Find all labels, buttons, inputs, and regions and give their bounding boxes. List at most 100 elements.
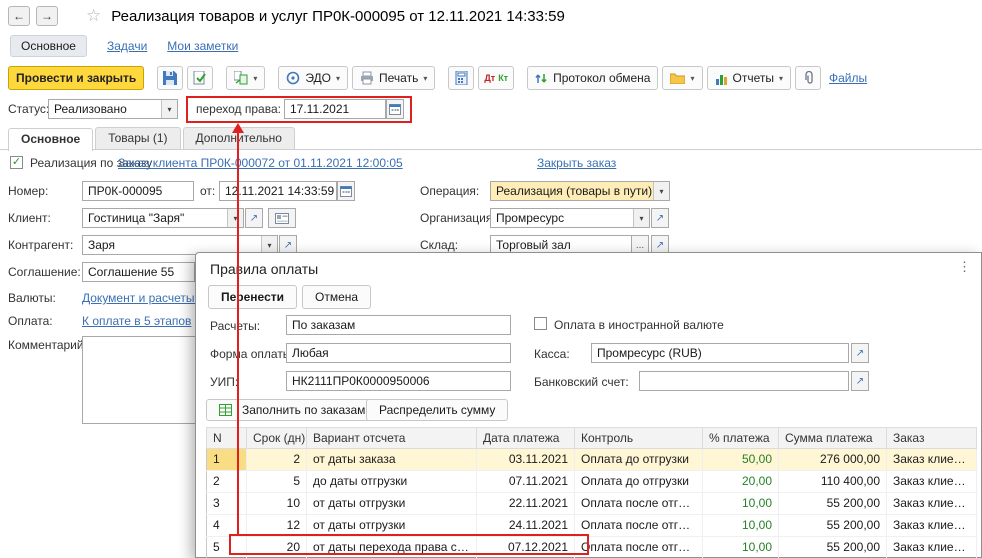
open-client-button[interactable]: ↗ <box>245 208 263 228</box>
cell-date[interactable]: 22.11.2021 <box>477 493 575 515</box>
cell-days[interactable]: 12 <box>247 515 307 537</box>
col-header-date[interactable]: Дата платежа <box>477 428 575 449</box>
cell-percent[interactable]: 10,00 <box>703 493 779 515</box>
close-order-link[interactable]: Закрыть заказ <box>537 156 616 170</box>
cell-n[interactable]: 1 <box>207 449 247 471</box>
cell-date[interactable]: 24.11.2021 <box>477 515 575 537</box>
cell-order[interactable]: Заказ клиен... <box>887 537 977 558</box>
table-row[interactable]: 5 20 от даты перехода права соб... 07.12… <box>207 537 977 558</box>
cell-variant[interactable]: от даты заказа <box>307 449 477 471</box>
fill-by-orders-button[interactable]: Заполнить по заказам <box>206 399 378 421</box>
col-header-percent[interactable]: % платежа <box>703 428 779 449</box>
cell-date[interactable]: 07.12.2021 <box>477 537 575 558</box>
tab-my-notes[interactable]: Мои заметки <box>167 39 238 53</box>
cell-order[interactable]: Заказ клиен... <box>887 493 977 515</box>
exchange-protocol-button[interactable]: Протокол обмена <box>527 66 658 90</box>
cell-days[interactable]: 20 <box>247 537 307 558</box>
calendar-button[interactable] <box>386 99 404 119</box>
debit-credit-button[interactable]: Дт Кт <box>478 66 514 90</box>
payment-stages-link[interactable]: К оплате в 5 этапов <box>82 314 191 328</box>
organization-select[interactable]: Промресурс ▾ <box>490 208 650 228</box>
edo-button[interactable]: ЭДО ▾ <box>278 66 348 90</box>
doc-tab-additional[interactable]: Дополнительно <box>183 127 295 149</box>
cell-n[interactable]: 4 <box>207 515 247 537</box>
comment-textarea[interactable] <box>82 336 196 424</box>
operation-select[interactable]: Реализация (товары в пути) ▾ <box>490 181 670 201</box>
cell-sum[interactable]: 110 400,00 <box>779 471 887 493</box>
cell-days[interactable]: 5 <box>247 471 307 493</box>
chevron-down-icon[interactable]: ▾ <box>653 182 669 200</box>
bank-account-input[interactable] <box>639 371 849 391</box>
calculator-button[interactable] <box>448 66 474 90</box>
doc-tab-goods[interactable]: Товары (1) <box>95 127 180 149</box>
cell-control[interactable]: Оплата после отгрузки <box>575 537 703 558</box>
col-header-n[interactable]: N <box>207 428 247 449</box>
post-and-close-button[interactable]: Провести и закрыть <box>8 66 144 90</box>
transfer-date-input[interactable]: 17.11.2021 <box>284 99 386 119</box>
uip-input[interactable]: НК2111ПР0К0000950006 <box>286 371 511 391</box>
settlements-input[interactable]: По заказам <box>286 315 511 335</box>
col-header-sum[interactable]: Сумма платежа <box>779 428 887 449</box>
cell-sum[interactable]: 55 200,00 <box>779 537 887 558</box>
chevron-down-icon[interactable]: ▾ <box>633 209 649 227</box>
cell-sum[interactable]: 55 200,00 <box>779 515 887 537</box>
document-and-settlements-link[interactable]: Документ и расчеты: <box>82 291 198 305</box>
cell-variant[interactable]: до даты отгрузки <box>307 471 477 493</box>
cell-control[interactable]: Оплата после отгрузки <box>575 515 703 537</box>
cell-days[interactable]: 2 <box>247 449 307 471</box>
folder-menu-button[interactable]: ▾ <box>662 66 702 90</box>
open-cashdesk-button[interactable]: ↗ <box>851 343 869 363</box>
chevron-down-icon[interactable]: ▾ <box>161 100 177 118</box>
payment-form-input[interactable]: Любая <box>286 343 511 363</box>
table-row[interactable]: 1 2 от даты заказа 03.11.2021 Оплата до … <box>207 449 977 471</box>
tab-main[interactable]: Основное <box>10 35 87 57</box>
distribute-sum-button[interactable]: Распределить сумму <box>366 399 508 421</box>
save-button[interactable] <box>157 66 183 90</box>
cell-variant[interactable]: от даты перехода права соб... <box>307 537 477 558</box>
col-header-control[interactable]: Контроль <box>575 428 703 449</box>
attachment-button[interactable] <box>795 66 821 90</box>
back-button[interactable]: ← <box>8 6 30 26</box>
cell-sum[interactable]: 276 000,00 <box>779 449 887 471</box>
calendar-button[interactable] <box>337 181 355 201</box>
cell-date[interactable]: 07.11.2021 <box>477 471 575 493</box>
tab-tasks[interactable]: Задачи <box>107 39 147 53</box>
table-row[interactable]: 2 5 до даты отгрузки 07.11.2021 Оплата д… <box>207 471 977 493</box>
col-header-variant[interactable]: Вариант отсчета <box>307 428 477 449</box>
cell-percent[interactable]: 20,00 <box>703 471 779 493</box>
cashdesk-input[interactable]: Промресурс (RUB) <box>591 343 849 363</box>
cell-percent[interactable]: 10,00 <box>703 515 779 537</box>
cancel-button[interactable]: Отмена <box>302 285 371 309</box>
cell-order[interactable]: Заказ клиен... <box>887 471 977 493</box>
cell-order[interactable]: Заказ клиен... <box>887 449 977 471</box>
client-select[interactable]: Гостиница "Заря" ▾ <box>82 208 244 228</box>
col-header-days[interactable]: Срок (дн) <box>247 428 307 449</box>
cell-date[interactable]: 03.11.2021 <box>477 449 575 471</box>
dialog-menu-button[interactable]: ⋮ <box>958 259 971 275</box>
customer-order-link[interactable]: Заказ клиента ПР0К-000072 от 01.11.2021 … <box>118 156 403 170</box>
cell-control[interactable]: Оплата до отгрузки <box>575 449 703 471</box>
cell-sum[interactable]: 55 200,00 <box>779 493 887 515</box>
cell-control[interactable]: Оплата после отгрузки <box>575 493 703 515</box>
col-header-order[interactable]: Заказ <box>887 428 977 449</box>
cell-variant[interactable]: от даты отгрузки <box>307 493 477 515</box>
realization-by-order-checkbox[interactable]: ✓ <box>10 156 23 169</box>
open-organization-button[interactable]: ↗ <box>651 208 669 228</box>
reports-button[interactable]: Отчеты ▾ <box>707 66 792 90</box>
table-row[interactable]: 3 10 от даты отгрузки 22.11.2021 Оплата … <box>207 493 977 515</box>
status-select[interactable]: Реализовано ▾ <box>48 99 178 119</box>
cell-n[interactable]: 3 <box>207 493 247 515</box>
cell-days[interactable]: 10 <box>247 493 307 515</box>
create-based-on-button[interactable]: ▾ <box>226 66 265 90</box>
number-input[interactable]: ПР0К-000095 <box>82 181 194 201</box>
agreement-input[interactable]: Соглашение 55 <box>82 262 195 282</box>
table-row[interactable]: 4 12 от даты отгрузки 24.11.2021 Оплата … <box>207 515 977 537</box>
post-document-button[interactable] <box>187 66 213 90</box>
cell-order[interactable]: Заказ клиен... <box>887 515 977 537</box>
favorite-star-icon[interactable]: ☆ <box>86 6 101 26</box>
cell-percent[interactable]: 50,00 <box>703 449 779 471</box>
files-link[interactable]: Файлы <box>829 71 867 85</box>
doc-tab-main[interactable]: Основное <box>8 128 93 151</box>
foreign-currency-checkbox[interactable] <box>534 317 547 330</box>
cell-control[interactable]: Оплата до отгрузки <box>575 471 703 493</box>
